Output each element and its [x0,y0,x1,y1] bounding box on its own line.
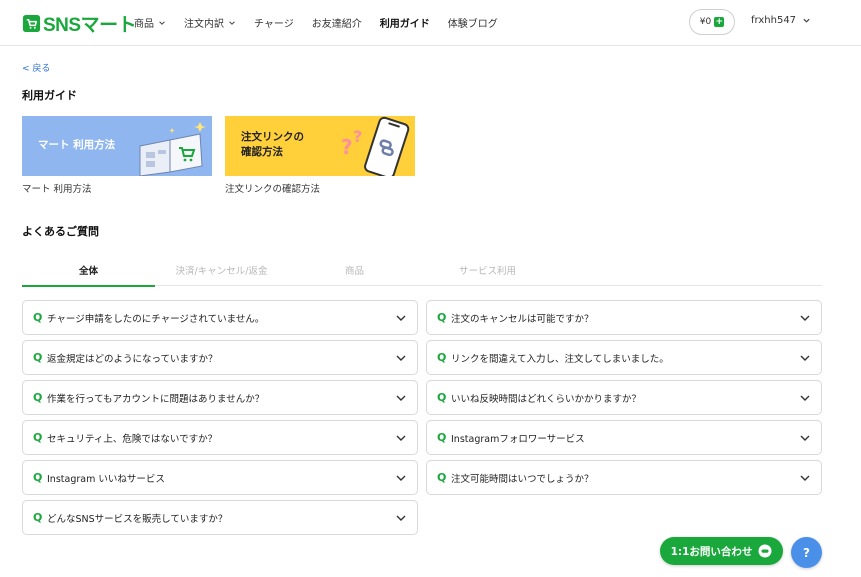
faq-item[interactable]: Q 作業を行ってもアカウントに問題はありませんか？ [22,380,418,415]
faq-question-text: 注文のキャンセルは可能ですか？ [451,313,594,325]
faq-item[interactable]: Q 注文のキャンセルは可能ですか？ [426,300,822,335]
faq-question-text: 作業を行ってもアカウントに問題はありませんか？ [47,393,265,405]
faq-tabs: 全体 決済/キャンセル/返金 商品 サービス利用 [22,256,822,287]
page-title: 利用ガイド [22,89,77,102]
tab-all[interactable]: 全体 [22,256,155,287]
chevron-down-icon [396,515,406,521]
main-nav: 商品 注文内訳 チャージ お友達紹介 利用ガイド 体験ブログ [134,15,516,30]
faq-item[interactable]: Q チャージ申請をしたのにチャージされていません。 [22,300,418,335]
chevron-down-icon [396,435,406,441]
guide-card-order-link[interactable]: 注文リンクの 確認方法 ? ? [225,116,415,176]
top-header: SNSマート 商品 注文内訳 チャージ お友達紹介 利用ガイド 体験ブログ ¥0… [0,0,861,46]
faq-item[interactable]: Q セキュリティ上、危険ではないですか？ [22,420,418,455]
contact-button[interactable]: 1:1お問い合わせ [660,537,783,565]
contact-button-label: 1:1お問い合わせ [670,545,753,558]
faq-question-text: いいね反映時間はどれくらいかかりますか？ [451,393,642,405]
faq-q-marker: Q [33,511,43,524]
faq-item[interactable]: Q Instagramフォロワーサービス [426,420,822,455]
faq-question-text: Instagram いいねサービス [47,473,165,485]
nav-item-guide[interactable]: 利用ガイド [380,15,430,30]
book-illustration-icon [139,122,206,176]
chevron-down-icon [396,315,406,321]
chevron-down-icon [800,355,810,361]
chevron-down-icon [396,395,406,401]
cart-logo-icon [22,14,41,33]
tab-service-usage[interactable]: サービス利用 [421,256,554,285]
nav-label: 体験ブログ [447,19,498,30]
guide-card-mart-usage[interactable]: マート 利用方法 [22,116,212,176]
faq-q-marker: Q [33,351,43,364]
nav-label: 利用ガイド [379,19,430,30]
nav-label: チャージ [254,19,294,30]
phone-link-illustration-icon: ? ? [341,116,410,176]
back-link[interactable]: < 戻る [22,61,50,74]
tab-products[interactable]: 商品 [288,256,421,285]
faq-question-text: リンクを間違えて入力し、注文してしまいました。 [451,353,669,365]
svg-text:?: ? [353,127,362,146]
site-logo[interactable]: SNSマート [22,10,137,37]
faq-question-text: 注文可能時間はいつでしょうか？ [451,473,594,485]
chat-bubble-icon [758,544,772,558]
faq-q-marker: Q [437,311,447,324]
faq-question-text: チャージ申請をしたのにチャージされていません。 [47,313,265,325]
faq-q-marker: Q [33,471,43,484]
faq-q-marker: Q [437,351,447,364]
balance-button[interactable]: ¥0 + [689,9,735,35]
plus-icon: + [714,17,725,27]
guide-card-caption[interactable]: マート 利用方法 [22,181,92,195]
nav-label: 商品 [134,19,154,30]
faq-q-marker: Q [33,431,43,444]
faq-question-text: Instagramフォロワーサービス [451,433,585,445]
chevron-down-icon [803,18,810,23]
svg-text:?: ? [341,135,353,159]
faq-q-marker: Q [437,471,447,484]
faq-question-text: セキュリティ上、危険ではないですか？ [47,433,218,445]
nav-label: 注文内訳 [184,19,224,30]
faq-question-text: どんなSNSサービスを販売していますか？ [47,513,228,525]
chevron-down-icon [396,475,406,481]
tab-payment-cancel-refund[interactable]: 決済/キャンセル/返金 [155,256,288,285]
faq-q-marker: Q [33,391,43,404]
user-menu[interactable]: frxhh547 [751,15,811,26]
chevron-down-icon [800,395,810,401]
faq-item[interactable]: Q Instagram いいねサービス [22,460,418,495]
faq-item[interactable]: Q 注文可能時間はいつでしょうか？ [426,460,822,495]
faq-section-title: よくあるご質問 [22,225,99,238]
faq-item[interactable]: Q どんなSNSサービスを販売していますか？ [22,500,418,535]
nav-label: お友達紹介 [311,19,362,30]
chevron-down-icon [396,355,406,361]
faq-q-marker: Q [33,311,43,324]
faq-item[interactable]: Q リンクを間違えて入力し、注文してしまいました。 [426,340,822,375]
nav-item-blog[interactable]: 体験ブログ [448,15,498,30]
chevron-down-icon [800,475,810,481]
guide-card-caption[interactable]: 注文リンクの確認方法 [225,181,320,195]
chevron-down-icon [800,315,810,321]
faq-question-text: 返金規定はどのようになっていますか？ [47,353,218,365]
nav-item-orders[interactable]: 注文内訳 [184,15,236,30]
chevron-down-icon [800,435,810,441]
faq-q-marker: Q [437,431,447,444]
faq-item[interactable]: Q 返金規定はどのようになっていますか？ [22,340,418,375]
card-banner-text: マート 利用方法 [38,139,116,151]
logo-text: SNSマート [43,15,137,36]
nav-item-charge[interactable]: チャージ [254,15,294,30]
faq-item[interactable]: Q いいね反映時間はどれくらいかかりますか？ [426,380,822,415]
balance-amount: ¥0 [699,17,712,27]
nav-item-referral[interactable]: お友達紹介 [312,15,362,30]
faq-q-marker: Q [437,391,447,404]
chevron-down-icon [159,20,165,25]
username: frxhh547 [751,15,797,26]
card-banner-text: 注文リンクの 確認方法 [241,131,304,158]
nav-item-products[interactable]: 商品 [134,15,166,30]
chevron-down-icon [229,20,235,25]
help-button[interactable]: ? [791,537,822,568]
